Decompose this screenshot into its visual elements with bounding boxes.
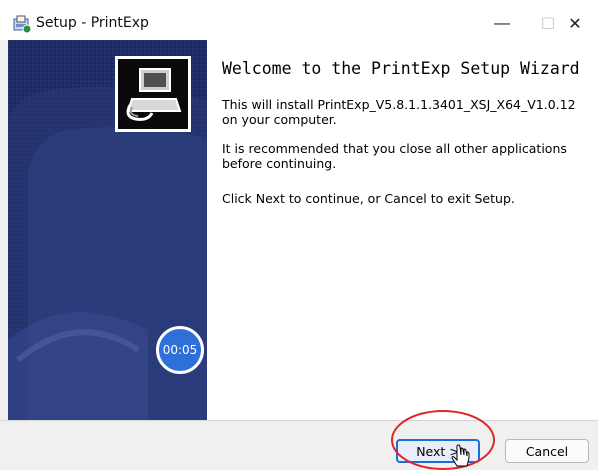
title-bar[interactable]: Setup - PrintExp — ☐ ✕ bbox=[0, 8, 598, 40]
printer-computer-icon bbox=[115, 56, 191, 132]
top-strip bbox=[0, 0, 598, 8]
setup-window: Setup - PrintExp — ☐ ✕ 00:05 Welcome to … bbox=[0, 0, 598, 470]
install-description: This will install PrintExp_V5.8.1.1.3401… bbox=[222, 97, 576, 127]
countdown-timer-badge: 00:05 bbox=[156, 326, 204, 374]
window-left-edge bbox=[0, 40, 8, 420]
wizard-heading: Welcome to the PrintExp Setup Wizard bbox=[222, 59, 580, 78]
close-button[interactable]: ✕ bbox=[552, 8, 598, 40]
setup-installer-icon bbox=[12, 14, 32, 34]
wizard-side-image: 00:05 bbox=[8, 40, 207, 420]
wizard-content: Welcome to the PrintExp Setup Wizard Thi… bbox=[207, 40, 598, 420]
button-bar: Next > Cancel bbox=[0, 420, 598, 470]
close-apps-recommendation: It is recommended that you close all oth… bbox=[222, 141, 567, 171]
next-instruction: Click Next to continue, or Cancel to exi… bbox=[222, 191, 515, 206]
minimize-button[interactable]: — bbox=[479, 8, 525, 40]
window-title: Setup - PrintExp bbox=[36, 15, 149, 31]
cancel-button[interactable]: Cancel bbox=[505, 439, 589, 463]
next-button[interactable]: Next > bbox=[396, 439, 480, 463]
